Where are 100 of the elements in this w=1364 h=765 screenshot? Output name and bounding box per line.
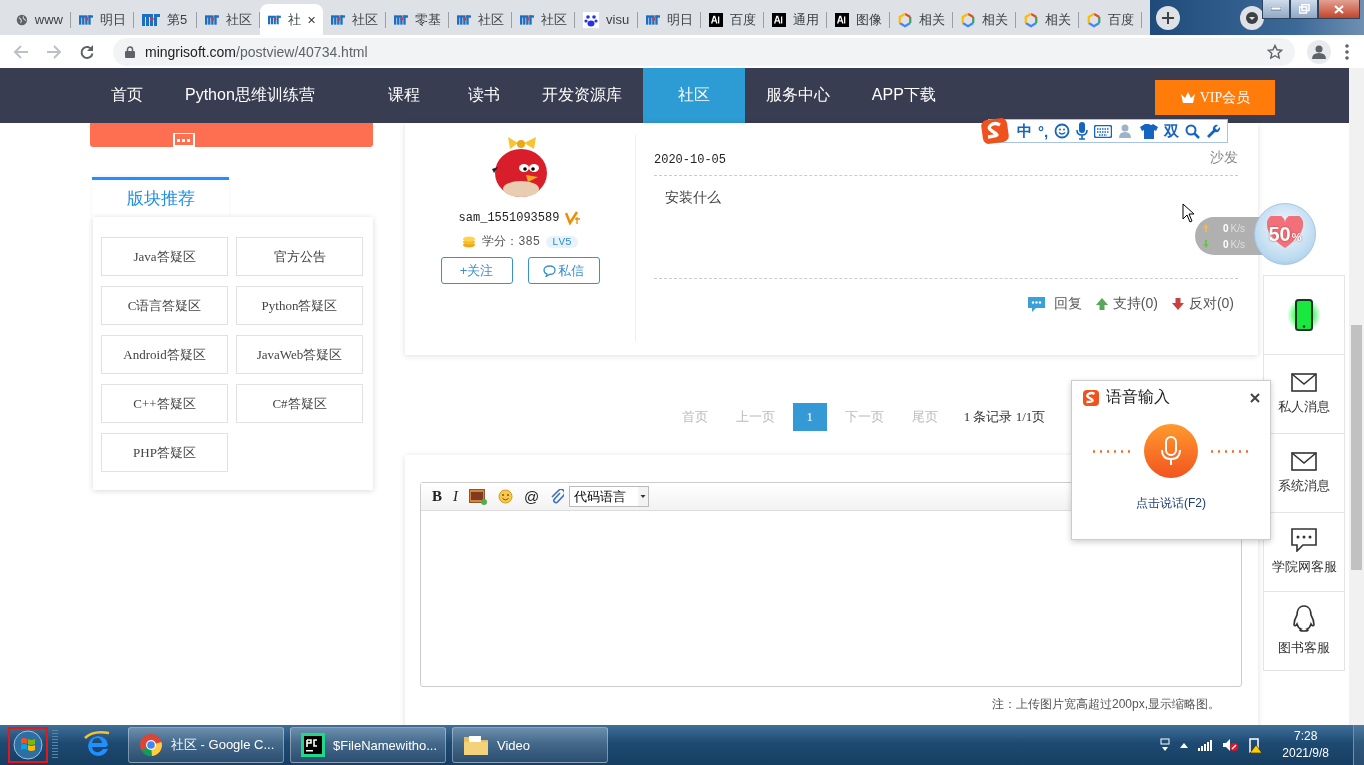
close-icon[interactable] [307,14,315,25]
bold-button[interactable]: B [432,488,442,505]
tab-search-button[interactable] [1240,6,1264,30]
browser-tab[interactable]: 图像 [827,4,890,35]
oppose-link[interactable]: 反对(0) [1171,295,1234,313]
minimize-button[interactable] [1262,0,1290,19]
sign-in-button[interactable] [90,123,373,147]
board-link[interactable]: Android答疑区 [101,335,228,374]
taskbar-button[interactable]: 社区 - Google C... [128,727,284,763]
emoji-icon[interactable] [498,489,513,504]
board-link[interactable]: PHP答疑区 [101,433,228,472]
new-tab-button[interactable] [1156,6,1180,30]
nav-link[interactable]: 开发资源库 [520,68,643,123]
punctuation-toggle[interactable]: °, [1038,122,1049,140]
browser-tab[interactable]: 社区 [449,4,512,35]
browser-tab[interactable]: 第5 [134,4,197,35]
board-link[interactable]: 官方公告 [236,237,363,276]
board-link[interactable]: C#答疑区 [236,384,363,423]
show-desktop-button[interactable] [1353,725,1364,765]
restore-icon [1298,4,1310,14]
action-center-icon[interactable] [1160,738,1171,752]
browser-tab[interactable]: 明日 [71,4,134,35]
envelope-icon [1291,372,1317,392]
browser-tab[interactable]: 社区 [323,4,386,35]
speech-bubble-icon [543,264,556,277]
browser-tab[interactable]: visu [575,4,638,35]
profile-button[interactable] [1307,39,1331,64]
close-window-button[interactable] [1318,0,1360,19]
star-icon[interactable] [1267,43,1283,60]
muted-speaker-icon[interactable] [1222,738,1239,752]
level-badge: LV5 [545,235,578,248]
board-link[interactable]: C++答疑区 [101,384,228,423]
nav-link[interactable]: APP下载 [850,68,957,123]
taskbar-button[interactable]: Video [452,727,608,763]
message-button[interactable]: 私信 [527,257,600,284]
italic-button[interactable]: I [453,488,458,505]
browser-tab[interactable]: 相关 [953,4,1016,35]
browser-tab[interactable]: 社区 [197,4,260,35]
site-logo-icon [394,12,408,27]
browser-tab[interactable]: 明日 [638,4,701,35]
logo-icon [772,11,786,28]
battery-warning-icon[interactable] [1248,737,1263,753]
start-button[interactable] [8,727,48,763]
menu-icon[interactable] [1345,43,1349,60]
board-link[interactable]: JavaWeb答疑区 [236,335,363,374]
wrench-icon[interactable] [1206,123,1222,139]
logo-icon [835,11,849,28]
browser-tab[interactable]: 百度 [701,4,764,35]
board-link[interactable]: C语言答疑区 [101,286,228,325]
signal-icon[interactable] [1198,739,1213,751]
follow-button[interactable]: +关注 [440,257,513,284]
browser-tab[interactable]: 社 [260,4,323,35]
browser-tab[interactable]: 社区 [512,4,575,35]
paw-icon [583,11,599,28]
upload-note: 注：上传图片宽高超过200px,显示缩略图。 [990,696,1221,713]
code-language-select[interactable]: 代码语言 [569,486,650,507]
image-icon[interactable] [469,488,487,505]
shuangpin-toggle[interactable]: 双 [1164,121,1180,141]
upload-arrow-icon [1203,224,1209,232]
search-icon[interactable] [1185,123,1201,139]
board-link[interactable]: Python答疑区 [236,286,363,325]
reply-link[interactable]: 回复 [1027,295,1082,313]
nav-link[interactable]: 服务中心 [744,68,851,123]
browser-tab[interactable]: 百度 [1079,4,1142,35]
maximize-button[interactable] [1290,0,1318,19]
clock[interactable]: 7:28 2021/9/8 [1282,728,1329,762]
browser-tab[interactable]: 零基 [386,4,449,35]
reload-icon[interactable] [78,43,95,60]
browser-tab[interactable]: www [8,4,71,35]
nav-link[interactable]: 首页 [90,68,164,123]
heart-icon [1267,216,1303,250]
shirt-icon[interactable] [1140,123,1159,139]
nav-link[interactable]: Python思维训练营 [164,68,367,123]
hexagon-icon [898,11,912,28]
microphone-button[interactable] [1144,424,1198,478]
browser-tab[interactable]: 通用 [764,4,827,35]
browser-tab[interactable]: 相关 [1016,4,1079,35]
hexagon-icon [1087,11,1101,28]
section-tab[interactable]: 版块推荐 [92,177,229,217]
paperclip-icon[interactable] [550,488,565,505]
down-arrow-icon [1171,298,1184,310]
keyboard-icon[interactable] [1094,124,1113,138]
username: sam_1551093589 [458,211,560,225]
folder-icon [463,733,489,757]
mention-button[interactable]: @ [524,488,540,505]
dotted-line-icon [1092,449,1132,453]
input-mode-toggle[interactable]: 中 [1017,121,1032,141]
address-bar[interactable]: mingrisoft.com/postview/40734.html [113,37,1295,66]
nav-link[interactable]: 读书 [446,68,521,123]
smiley-icon[interactable] [1054,123,1071,139]
nav-link[interactable]: 课程 [366,68,447,123]
browser-tab[interactable]: 相关 [890,4,953,35]
floor-label: 沙发 [1210,149,1238,167]
support-link[interactable]: 支持(0) [1095,295,1158,313]
scrollbar-thumb[interactable] [1351,325,1362,570]
close-icon[interactable] [1250,392,1260,403]
board-link[interactable]: Java答疑区 [101,237,228,276]
show-hidden-icon[interactable] [1180,742,1189,748]
taskbar-button[interactable]: $FileNamewitho... [290,727,446,763]
microphone-icon[interactable] [1076,122,1089,140]
